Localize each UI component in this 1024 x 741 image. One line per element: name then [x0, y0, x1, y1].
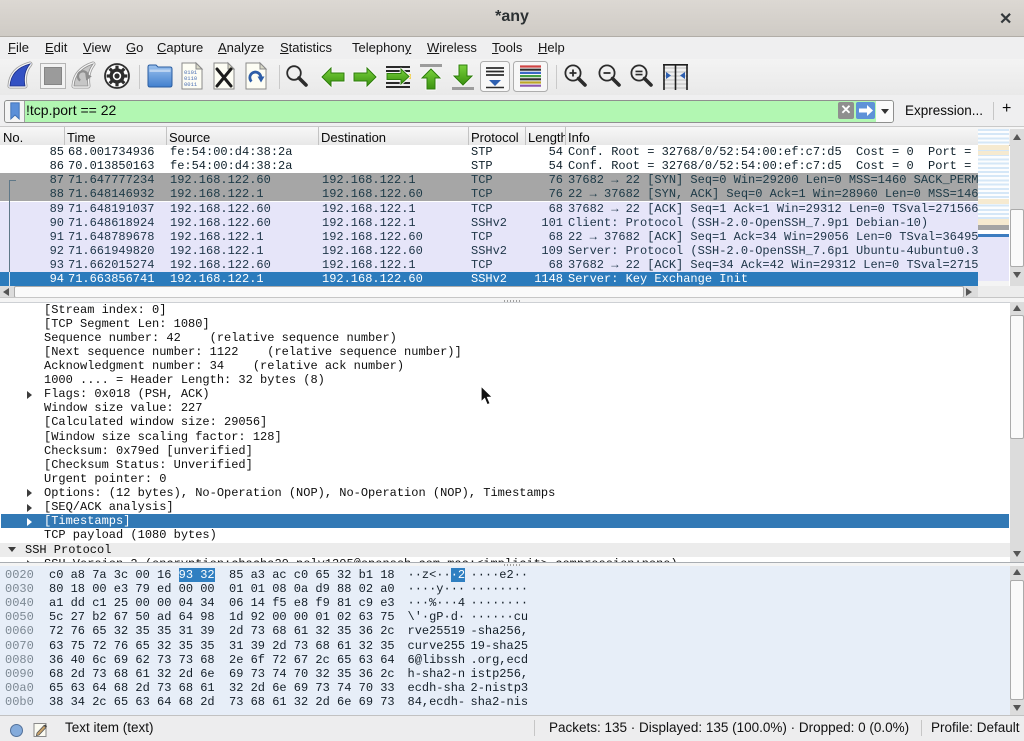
svg-text:0011: 0011: [184, 81, 198, 88]
